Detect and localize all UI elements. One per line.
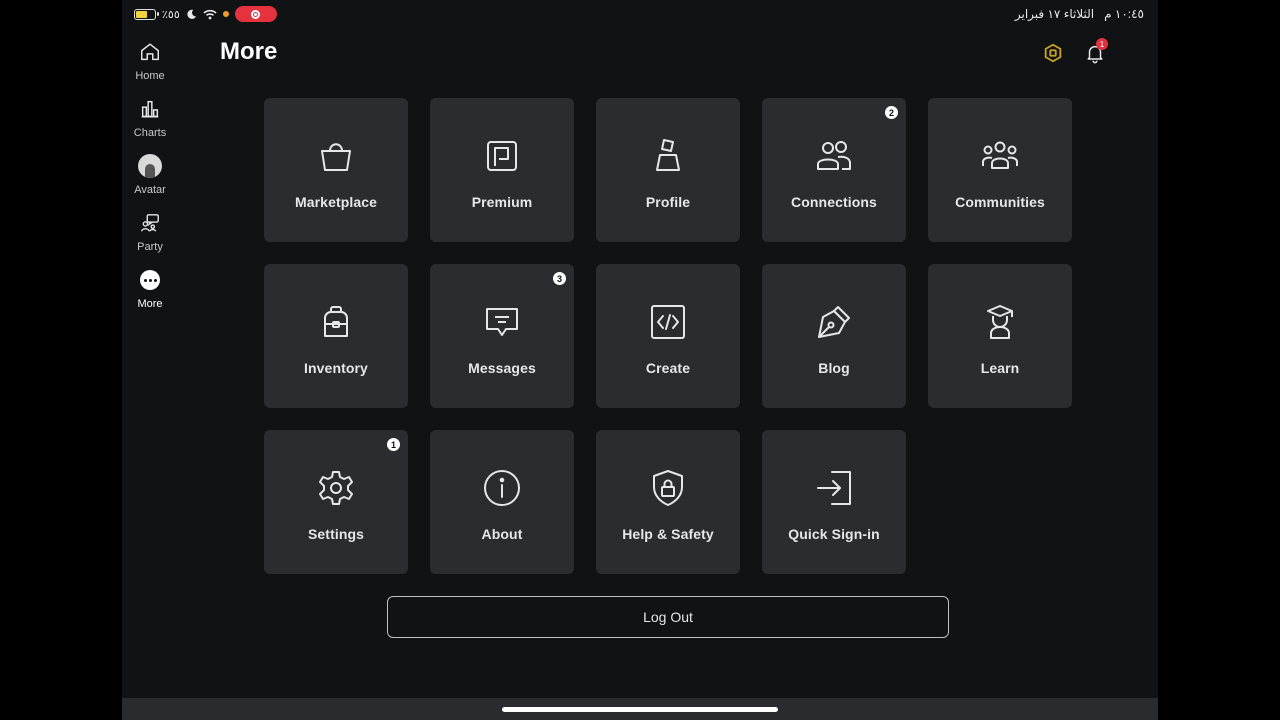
notification-badge: 1 bbox=[1096, 38, 1108, 50]
tile-label: Help & Safety bbox=[622, 526, 714, 542]
wifi-icon bbox=[203, 9, 217, 19]
tile-learn[interactable]: Learn bbox=[928, 264, 1072, 408]
sidebar: Home Charts Avatar Party More bbox=[122, 36, 178, 321]
tile-premium[interactable]: Premium bbox=[430, 98, 574, 242]
battery-percent: ٪٥٥ bbox=[162, 8, 180, 21]
tile-label: Premium bbox=[471, 194, 533, 210]
tile-quick-sign-in[interactable]: Quick Sign-in bbox=[762, 430, 906, 574]
tile-label: Inventory bbox=[304, 360, 368, 376]
connections-icon bbox=[817, 141, 851, 170]
app-screen: ٪٥٥ ١٠:٤٥ م الثلاثاء ١٧ فبراير Home Char… bbox=[122, 0, 1158, 720]
sidebar-item-party[interactable]: Party bbox=[122, 207, 178, 264]
tile-communities[interactable]: Communities bbox=[928, 98, 1072, 242]
tile-about[interactable]: About bbox=[430, 430, 574, 574]
sidebar-item-label: Home bbox=[135, 70, 165, 82]
more-icon bbox=[138, 268, 162, 292]
sidebar-item-charts[interactable]: Charts bbox=[122, 93, 178, 150]
tile-label: Settings bbox=[307, 526, 365, 542]
tile-marketplace[interactable]: Marketplace bbox=[264, 98, 408, 242]
party-icon bbox=[138, 211, 162, 235]
tile-blog[interactable]: Blog bbox=[762, 264, 906, 408]
tile-label: Quick Sign-in bbox=[788, 526, 880, 542]
profile-icon bbox=[656, 139, 680, 171]
status-date: الثلاثاء ١٧ فبراير bbox=[1014, 7, 1095, 21]
tile-help-safety[interactable]: Help & Safety bbox=[596, 430, 740, 574]
settings-badge: 1 bbox=[387, 438, 400, 451]
status-left: ٪٥٥ bbox=[134, 6, 277, 22]
tile-label: Create bbox=[645, 360, 691, 376]
tile-create[interactable]: Create bbox=[596, 264, 740, 408]
sidebar-item-more[interactable]: More bbox=[122, 264, 178, 321]
home-icon bbox=[138, 40, 162, 64]
home-indicator[interactable] bbox=[502, 707, 778, 712]
tile-label: About bbox=[481, 526, 523, 542]
gear-icon bbox=[319, 471, 353, 505]
sidebar-item-label: Avatar bbox=[134, 184, 166, 196]
tile-label: Learn bbox=[980, 360, 1020, 376]
status-bar: ٪٥٥ ١٠:٤٥ م الثلاثاء ١٧ فبراير bbox=[122, 0, 1158, 28]
tile-label: Profile bbox=[645, 194, 691, 210]
sign-in-icon bbox=[817, 471, 851, 505]
tile-label: Marketplace bbox=[294, 194, 378, 210]
robux-icon[interactable] bbox=[1042, 42, 1064, 64]
page-title: More bbox=[220, 38, 278, 65]
tile-settings[interactable]: Settings 1 bbox=[264, 430, 408, 574]
learn-icon bbox=[987, 305, 1013, 339]
code-icon bbox=[651, 305, 685, 339]
status-time: ١٠:٤٥ م bbox=[1104, 7, 1144, 21]
tile-connections[interactable]: Connections 2 bbox=[762, 98, 906, 242]
shopping-bag-icon bbox=[321, 143, 351, 171]
charts-icon bbox=[138, 97, 162, 121]
moon-icon bbox=[187, 9, 196, 19]
log-out-button[interactable]: Log Out bbox=[387, 596, 949, 638]
sidebar-item-avatar[interactable]: Avatar bbox=[122, 150, 178, 207]
status-right: ١٠:٤٥ م الثلاثاء ١٧ فبراير bbox=[1015, 7, 1144, 21]
tile-profile[interactable]: Profile bbox=[596, 98, 740, 242]
sidebar-item-label: Party bbox=[137, 241, 163, 253]
premium-icon bbox=[487, 141, 517, 171]
more-menu-grid: Marketplace Premium Profile Connections … bbox=[264, 98, 1072, 574]
sidebar-item-label: Charts bbox=[133, 127, 167, 139]
communities-icon bbox=[982, 141, 1018, 169]
tile-label: Blog bbox=[818, 360, 850, 376]
tile-label: Communities bbox=[955, 194, 1045, 210]
pen-icon bbox=[818, 306, 850, 338]
tile-label: Messages bbox=[468, 360, 536, 376]
tile-label: Connections bbox=[791, 194, 877, 210]
avatar-icon bbox=[138, 154, 162, 178]
screen-record-indicator[interactable] bbox=[234, 6, 277, 22]
tile-messages[interactable]: Messages 3 bbox=[430, 264, 574, 408]
sidebar-item-label: More bbox=[137, 298, 163, 310]
shield-lock-icon bbox=[653, 470, 683, 506]
sidebar-item-home[interactable]: Home bbox=[122, 36, 178, 93]
message-icon bbox=[486, 308, 518, 336]
tile-inventory[interactable]: Inventory bbox=[264, 264, 408, 408]
messages-badge: 3 bbox=[553, 272, 566, 285]
mic-indicator-dot bbox=[222, 11, 229, 17]
info-icon bbox=[484, 470, 520, 506]
connections-badge: 2 bbox=[885, 106, 898, 119]
backpack-icon bbox=[324, 306, 348, 337]
battery-icon bbox=[134, 8, 159, 20]
